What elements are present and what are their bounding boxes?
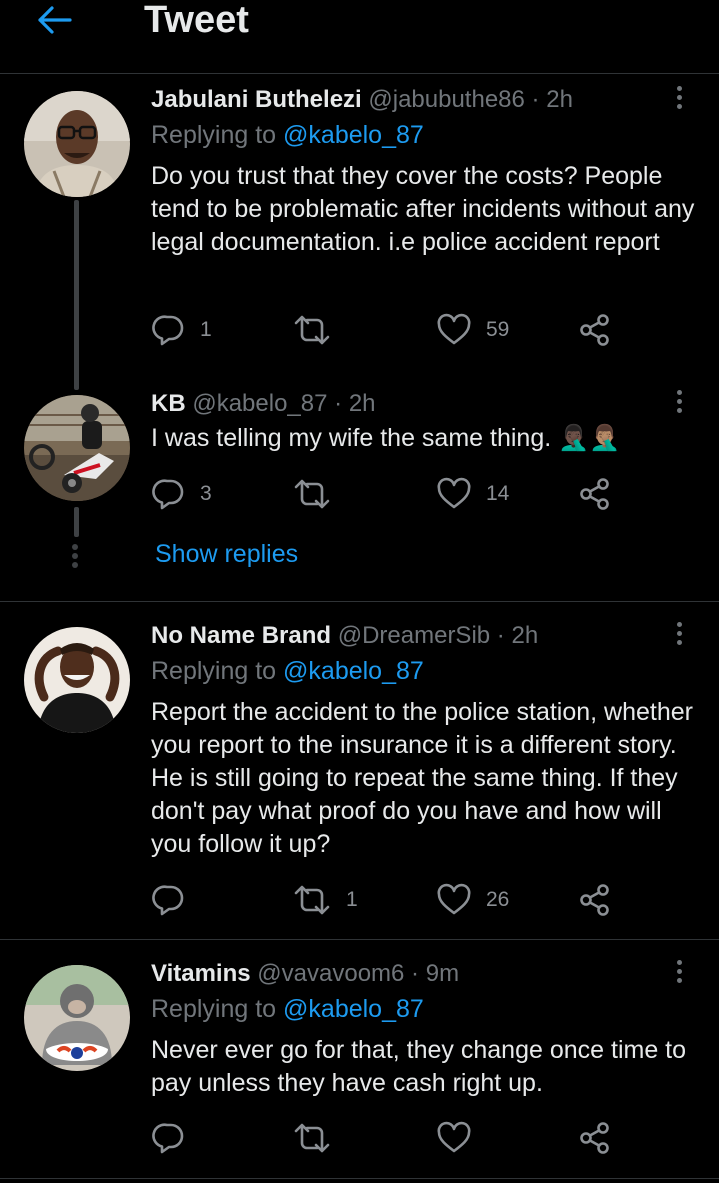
back-button[interactable]: [34, 4, 78, 36]
timestamp[interactable]: 2h: [349, 390, 376, 417]
replying-prefix: Replying to: [151, 121, 277, 149]
heart-icon: [436, 477, 472, 511]
tweet-text: Do you trust that they cover the costs? …: [151, 162, 695, 256]
retweet-icon: [292, 477, 332, 511]
avatar-kb[interactable]: [24, 395, 130, 501]
replying-to: Replying to @kabelo_87: [151, 994, 424, 1024]
tweet-text: Never ever go for that, they change once…: [151, 1036, 687, 1097]
replying-to-link[interactable]: @kabelo_87: [283, 657, 424, 685]
tweet-header: No Name Brand @DreamerSib · 2h: [151, 622, 538, 650]
share-icon: [578, 883, 612, 917]
heart-icon: [436, 313, 472, 347]
reply-icon: [152, 883, 186, 917]
handle[interactable]: @DreamerSib: [338, 622, 490, 649]
separator: ·: [334, 390, 343, 417]
thread-line: [74, 507, 79, 537]
arrow-left-icon: [38, 6, 72, 34]
handle[interactable]: @jabubuthe86: [368, 86, 525, 113]
avatar-jabulani[interactable]: [24, 91, 130, 197]
page-title: Tweet: [144, 0, 249, 41]
avatar-vitamins[interactable]: [24, 965, 130, 1071]
heart-icon: [436, 883, 472, 917]
share-button[interactable]: [578, 883, 612, 917]
retweet-button[interactable]: [292, 313, 346, 347]
reply-icon: [152, 1121, 186, 1155]
tweet-text: I was telling my wife the same thing. 🤦🏿…: [151, 424, 621, 452]
like-count: 26: [486, 888, 510, 911]
replying-to: Replying to @kabelo_87: [151, 120, 424, 150]
reply-button[interactable]: [152, 883, 200, 917]
retweet-button[interactable]: 1: [292, 883, 358, 917]
more-options-icon[interactable]: [670, 622, 688, 652]
reply-icon: [152, 313, 186, 347]
more-options-icon[interactable]: [670, 86, 688, 116]
retweet-icon: [292, 883, 332, 917]
tweet-header: KB @kabelo_87 · 2h: [151, 390, 376, 418]
share-button[interactable]: [578, 477, 612, 511]
tweet-actions: 3 14: [152, 477, 622, 511]
timestamp[interactable]: 9m: [426, 960, 459, 987]
divider: [0, 601, 719, 602]
share-icon: [578, 1121, 612, 1155]
avatar-no-name-brand[interactable]: [24, 627, 130, 733]
reply-count: 1: [200, 318, 212, 341]
divider: [0, 939, 719, 940]
separator: ·: [411, 960, 420, 987]
retweet-icon: [292, 313, 332, 347]
share-icon: [578, 313, 612, 347]
replying-prefix: Replying to: [151, 657, 277, 685]
like-button[interactable]: 26: [436, 883, 509, 917]
handle[interactable]: @kabelo_87: [192, 390, 327, 417]
tweet-actions: 1 59: [152, 313, 622, 347]
retweet-button[interactable]: [292, 1121, 332, 1155]
reply-icon: [152, 477, 186, 511]
like-count: 14: [486, 482, 510, 505]
replying-to-link[interactable]: @kabelo_87: [283, 121, 424, 149]
like-button[interactable]: 14: [436, 477, 509, 511]
share-button[interactable]: [578, 1121, 612, 1155]
replying-to: Replying to @kabelo_87: [151, 656, 424, 686]
separator: ·: [531, 86, 540, 113]
tweet-actions: [152, 1121, 622, 1155]
display-name[interactable]: Vitamins: [151, 960, 251, 987]
timestamp[interactable]: 2h: [546, 86, 573, 113]
top-bar: Tweet: [0, 0, 719, 74]
replying-prefix: Replying to: [151, 995, 277, 1023]
divider: [0, 1178, 719, 1179]
handle[interactable]: @vavavoom6: [257, 960, 404, 987]
tweet-header: Vitamins @vavavoom6 · 9m: [151, 960, 459, 988]
like-button[interactable]: [436, 1121, 472, 1155]
reply-button[interactable]: 1: [152, 313, 212, 347]
like-count: 59: [486, 318, 510, 341]
heart-icon: [436, 1121, 472, 1155]
display-name[interactable]: KB: [151, 390, 186, 417]
show-replies-link[interactable]: Show replies: [155, 540, 298, 569]
more-options-icon[interactable]: [670, 390, 688, 420]
share-icon: [578, 477, 612, 511]
tweet-actions: 1 26: [152, 883, 622, 917]
reply-count: 3: [200, 482, 212, 505]
retweet-count: 1: [346, 888, 358, 911]
timestamp[interactable]: 2h: [511, 622, 538, 649]
reply-button[interactable]: [152, 1121, 186, 1155]
replying-to-link[interactable]: @kabelo_87: [283, 995, 424, 1023]
more-options-icon[interactable]: [670, 960, 688, 990]
thread-dots: [72, 544, 78, 571]
thread-line: [74, 200, 79, 390]
tweet-text: Report the accident to the police statio…: [151, 698, 693, 858]
share-button[interactable]: [578, 313, 612, 347]
tweet-header: Jabulani Buthelezi @jabubuthe86 · 2h: [151, 86, 573, 114]
reply-button[interactable]: 3: [152, 477, 212, 511]
retweet-icon: [292, 1121, 332, 1155]
display-name[interactable]: Jabulani Buthelezi: [151, 86, 362, 113]
like-button[interactable]: 59: [436, 313, 509, 347]
separator: ·: [496, 622, 505, 649]
display-name[interactable]: No Name Brand: [151, 622, 331, 649]
retweet-button[interactable]: [292, 477, 346, 511]
